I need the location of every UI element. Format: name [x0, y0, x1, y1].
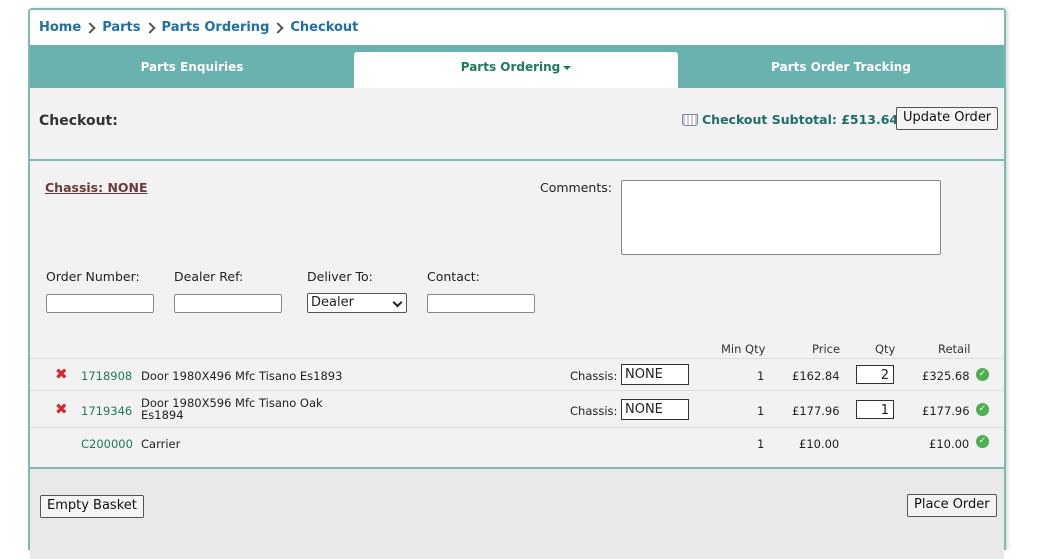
empty-basket-button[interactable]: Empty Basket	[40, 495, 144, 518]
table-row: ✖ 1718908 Door 1980X496 Mfc Tisano Es189…	[30, 358, 1004, 391]
qty-input[interactable]: 1	[856, 400, 894, 419]
chassis-link[interactable]: Chassis: NONE	[45, 180, 148, 195]
tab-label: Parts Order Tracking	[771, 60, 911, 74]
chevron-right-icon	[143, 21, 156, 34]
contact-label: Contact:	[427, 269, 480, 284]
order-number-field[interactable]	[46, 294, 154, 313]
header-qty: Qty	[875, 342, 896, 356]
part-description: Door 1980X596 Mfc Tisano Oak Es1894	[141, 396, 323, 422]
basket-icon	[682, 113, 698, 126]
price: £162.84	[792, 369, 840, 383]
comments-field[interactable]	[621, 180, 941, 255]
table-row: C200000 Carrier 1 £10.00 £10.00 ✓	[30, 427, 1004, 458]
order-number-label: Order Number:	[46, 269, 140, 284]
part-description: Door 1980X496 Mfc Tisano Es1893	[141, 369, 343, 383]
part-number[interactable]: 1718908	[81, 369, 132, 383]
header-price: Price	[812, 342, 841, 356]
comments-label: Comments:	[540, 180, 612, 195]
chassis-label: Chassis:	[570, 404, 618, 418]
chevron-down-icon	[392, 297, 403, 308]
update-order-button[interactable]: Update Order	[896, 107, 999, 130]
chevron-right-icon	[84, 21, 96, 34]
tab-parts-enquiries[interactable]: Parts Enquiries	[30, 52, 354, 88]
page-title: Checkout:	[39, 113, 118, 129]
part-number: C200000	[81, 437, 133, 451]
check-circle-icon: ✓	[976, 368, 989, 381]
breadcrumb-parts[interactable]: Parts	[102, 20, 140, 35]
tab-parts-ordering[interactable]: Parts Ordering	[354, 52, 678, 88]
tab-bar: Parts Enquiries Parts Ordering Parts Ord…	[30, 45, 1004, 88]
qty-input[interactable]: 2	[856, 365, 894, 384]
min-qty: 1	[757, 437, 765, 451]
chevron-right-icon	[272, 21, 285, 34]
check-circle-icon: ✓	[976, 403, 989, 416]
retail: £10.00	[929, 437, 970, 451]
deliver-to-select[interactable]: Dealer	[307, 293, 407, 313]
check-circle-icon: ✓	[976, 435, 989, 448]
tab-label: Parts Enquiries	[140, 60, 244, 74]
price: £10.00	[799, 437, 840, 451]
subtotal-text: Checkout Subtotal: £513.64	[702, 112, 899, 127]
breadcrumb: Home Parts Parts Ordering Checkout	[30, 10, 1004, 45]
tab-label: Parts Ordering	[460, 60, 561, 74]
footer-bar: Empty Basket Place Order	[30, 467, 1004, 559]
retail: £325.68	[922, 369, 970, 383]
dealer-ref-label: Dealer Ref:	[174, 269, 244, 284]
header-min-qty: Min Qty	[721, 342, 766, 356]
deliver-to-label: Deliver To:	[307, 269, 373, 284]
table-row: ✖ 1719346 Door 1980X596 Mfc Tisano Oak E…	[30, 390, 1004, 428]
checkout-header: Checkout: Checkout Subtotal: £513.64 Upd…	[30, 88, 1004, 161]
order-form: Chassis: NONE Comments: Order Number: De…	[30, 160, 1004, 466]
min-qty: 1	[757, 369, 765, 383]
dealer-ref-field[interactable]	[174, 294, 282, 313]
contact-field[interactable]	[427, 294, 535, 313]
tab-parts-order-tracking[interactable]: Parts Order Tracking	[678, 52, 1004, 88]
chassis-input[interactable]: NONE	[621, 364, 689, 385]
place-order-button[interactable]: Place Order	[907, 494, 997, 517]
checkout-panel: Home Parts Parts Ordering Checkout Parts…	[28, 8, 1006, 559]
price: £177.96	[792, 404, 840, 418]
part-description: Carrier	[141, 437, 181, 451]
checkout-subtotal: Checkout Subtotal: £513.64	[682, 112, 898, 127]
min-qty: 1	[757, 404, 765, 418]
deliver-to-value: Dealer	[311, 295, 354, 310]
part-number[interactable]: 1719346	[81, 404, 132, 418]
breadcrumb-parts-ordering[interactable]: Parts Ordering	[162, 20, 270, 35]
close-icon[interactable]: ✖	[55, 400, 68, 418]
breadcrumb-home[interactable]: Home	[39, 20, 81, 35]
breadcrumb-checkout[interactable]: Checkout	[290, 20, 358, 35]
chassis-input[interactable]: NONE	[621, 399, 689, 420]
header-retail: Retail	[938, 342, 971, 356]
caret-down-icon	[563, 65, 572, 70]
close-icon[interactable]: ✖	[55, 365, 68, 383]
chassis-label: Chassis:	[570, 369, 618, 383]
retail: £177.96	[922, 404, 970, 418]
